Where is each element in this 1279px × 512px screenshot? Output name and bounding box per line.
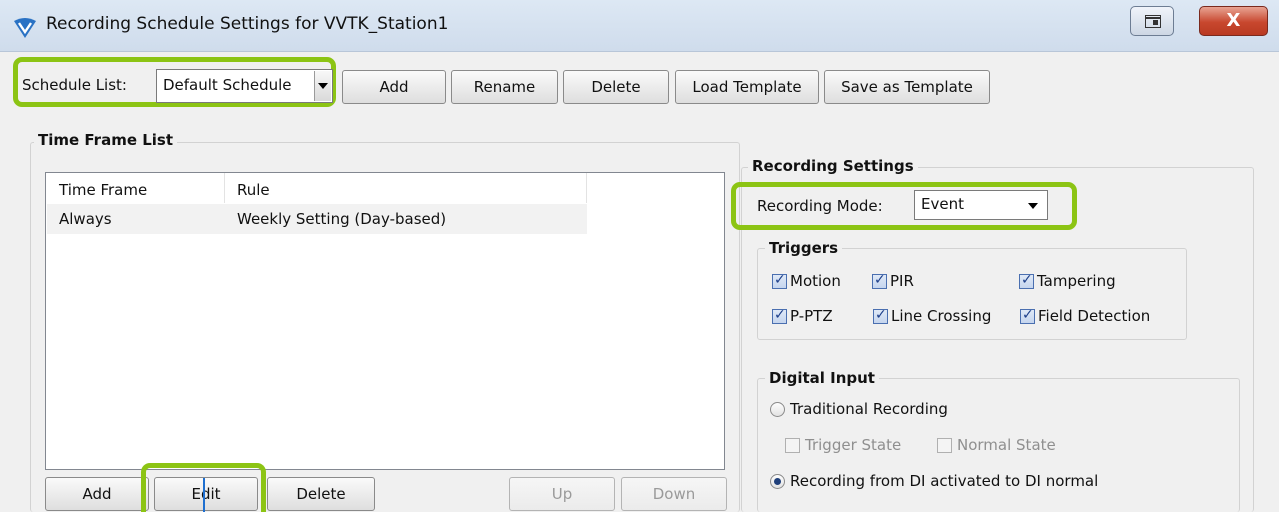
window-title: Recording Schedule Settings for VVTK_Sta… — [46, 14, 449, 34]
motion-label: Motion — [790, 272, 841, 290]
normal-state-option[interactable]: Normal State — [937, 436, 1077, 456]
recording-mode-dropdown[interactable]: Event — [914, 190, 1048, 220]
restore-button[interactable] — [1130, 6, 1174, 36]
close-button[interactable]: X — [1199, 6, 1268, 36]
recording-mode-value: Event — [921, 195, 964, 213]
table-header: Time Frame Rule — [46, 173, 724, 203]
digital-input-title: Digital Input — [765, 369, 879, 387]
title-bar: Recording Schedule Settings for VVTK_Sta… — [0, 0, 1279, 52]
move-up-button[interactable]: Up — [509, 477, 615, 511]
trigger-p-ptz[interactable]: P-PTZ — [772, 307, 862, 327]
time-frame-cell: Always — [59, 210, 112, 228]
trigger-line-crossing[interactable]: Line Crossing — [873, 307, 1013, 327]
move-down-button[interactable]: Down — [621, 477, 727, 511]
pir-label: PIR — [890, 272, 914, 290]
table-row[interactable]: Always Weekly Setting (Day-based) — [47, 204, 587, 234]
chevron-down-icon — [1028, 203, 1038, 209]
time-frame-group-title: Time Frame List — [34, 131, 178, 149]
trigger-tampering[interactable]: Tampering — [1019, 272, 1149, 292]
column-header-time-frame[interactable]: Time Frame — [59, 181, 147, 199]
trigger-motion[interactable]: Motion — [772, 272, 862, 292]
trigger-state-label: Trigger State — [805, 436, 902, 454]
add-time-frame-button[interactable]: Add — [45, 477, 149, 511]
normal-state-label: Normal State — [957, 436, 1056, 454]
tampering-label: Tampering — [1037, 272, 1116, 290]
restore-icon — [1145, 15, 1161, 28]
field-detection-checkbox[interactable] — [1020, 307, 1035, 324]
add-schedule-button[interactable]: Add — [342, 70, 446, 104]
di-activated-radio[interactable] — [770, 474, 785, 489]
rule-cell: Weekly Setting (Day-based) — [237, 210, 447, 228]
di-activated-option[interactable]: Recording from DI activated to DI normal — [770, 472, 1150, 492]
trigger-state-checkbox[interactable] — [785, 438, 800, 453]
trigger-field-detection[interactable]: Field Detection — [1020, 307, 1180, 327]
column-header-rule[interactable]: Rule — [237, 181, 270, 199]
trigger-state-option[interactable]: Trigger State — [785, 436, 925, 456]
p-ptz-label: P-PTZ — [790, 307, 833, 325]
time-frame-table[interactable]: Time Frame Rule Always Weekly Setting (D… — [45, 172, 725, 470]
trigger-pir[interactable]: PIR — [872, 272, 952, 292]
schedule-list-value: Default Schedule — [163, 76, 292, 94]
p-ptz-checkbox[interactable] — [772, 307, 787, 324]
triggers-title: Triggers — [765, 239, 843, 257]
schedule-list-dropdown[interactable]: Default Schedule — [156, 69, 333, 103]
dropdown-button[interactable] — [314, 71, 331, 101]
app-logo-icon — [14, 18, 36, 38]
load-template-button[interactable]: Load Template — [675, 70, 819, 104]
column-divider — [586, 173, 587, 203]
line-crossing-checkbox[interactable] — [873, 307, 888, 324]
delete-schedule-button[interactable]: Delete — [563, 70, 669, 104]
column-divider — [224, 173, 225, 203]
normal-state-checkbox[interactable] — [937, 438, 952, 453]
traditional-recording-option[interactable]: Traditional Recording — [770, 400, 990, 420]
save-as-template-button[interactable]: Save as Template — [824, 70, 990, 104]
line-crossing-label: Line Crossing — [891, 307, 992, 325]
annotation-pointer-line — [203, 478, 205, 512]
chevron-down-icon — [318, 83, 328, 89]
field-detection-label: Field Detection — [1038, 307, 1151, 325]
recording-mode-label: Recording Mode: — [757, 197, 883, 215]
traditional-recording-radio[interactable] — [770, 402, 785, 417]
rename-schedule-button[interactable]: Rename — [451, 70, 558, 104]
edit-time-frame-button[interactable]: Edit — [154, 477, 258, 511]
delete-time-frame-button[interactable]: Delete — [267, 477, 375, 511]
motion-checkbox[interactable] — [772, 272, 787, 289]
pir-checkbox[interactable] — [872, 272, 887, 289]
traditional-recording-label: Traditional Recording — [790, 400, 948, 418]
di-activated-label: Recording from DI activated to DI normal — [790, 472, 1099, 490]
recording-settings-title: Recording Settings — [748, 157, 918, 175]
schedule-list-label: Schedule List: — [22, 76, 127, 94]
tampering-checkbox[interactable] — [1019, 272, 1034, 289]
